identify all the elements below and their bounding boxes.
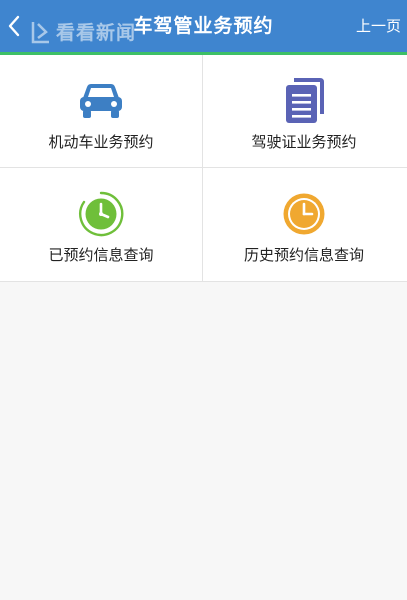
clock-green-icon — [79, 191, 124, 237]
prev-page-button[interactable]: 上一页 — [356, 0, 401, 52]
menu-item-label: 驾驶证业务预约 — [251, 133, 357, 151]
icon-wrap — [203, 190, 405, 238]
header-bar: 看看新闻 车驾管业务预约 上一页 — [0, 0, 407, 52]
icon-wrap — [0, 77, 202, 125]
menu-grid: 机动车业务预约 驾驶证业务预约 已预约信息查询 历史预约信息查询 — [0, 55, 407, 282]
app-screen: 看看新闻 车驾管业务预约 上一页 机动车业务预约 驾驶证业务预约 已预约信息查询… — [0, 0, 407, 600]
menu-item-vehicle-booking[interactable]: 机动车业务预约 — [0, 55, 202, 167]
menu-item-label: 历史预约信息查询 — [243, 246, 364, 264]
icon-wrap — [203, 77, 405, 125]
menu-item-label: 机动车业务预约 — [48, 133, 154, 151]
menu-item-label: 已预约信息查询 — [48, 246, 154, 264]
document-icon — [286, 78, 324, 123]
page-title: 车驾管业务预约 — [133, 15, 274, 37]
icon-wrap — [0, 190, 202, 238]
menu-item-license-booking[interactable]: 驾驶证业务预约 — [203, 55, 405, 167]
car-icon — [80, 84, 122, 118]
clock-orange-icon — [283, 193, 325, 235]
menu-item-history-query[interactable]: 历史预约信息查询 — [203, 168, 405, 280]
menu-item-booked-query[interactable]: 已预约信息查询 — [0, 168, 202, 280]
